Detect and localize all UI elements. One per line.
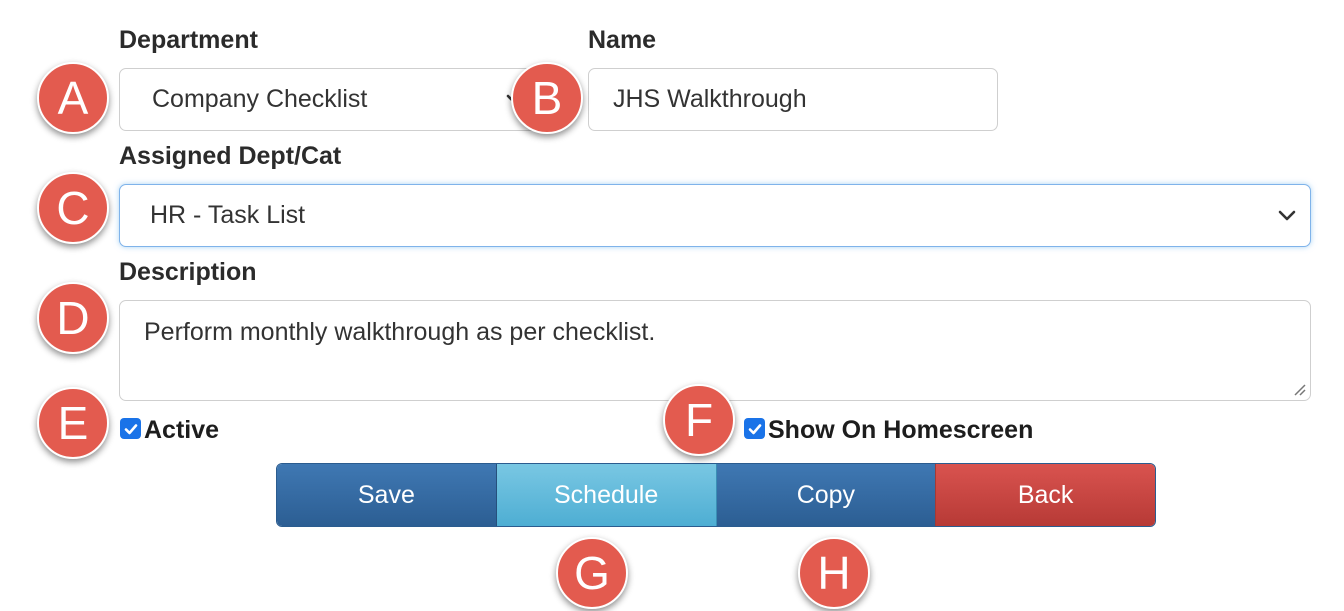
copy-button[interactable]: Copy <box>716 464 937 526</box>
description-label: Description <box>119 258 257 286</box>
save-button[interactable]: Save <box>277 464 497 526</box>
marker-d: D <box>37 282 109 354</box>
show-on-homescreen-label[interactable]: Show On Homescreen <box>768 416 1033 445</box>
checkmark-icon <box>124 423 137 434</box>
name-label: Name <box>588 26 657 54</box>
checkmark-icon <box>748 423 761 434</box>
assigned-dept-label: Assigned Dept/Cat <box>119 142 342 170</box>
active-label[interactable]: Active <box>144 416 219 445</box>
description-text: Perform monthly walkthrough as per check… <box>144 318 656 346</box>
resize-handle-icon[interactable] <box>1292 382 1306 396</box>
department-select[interactable]: Company Checklist <box>119 68 539 131</box>
marker-h: H <box>798 537 870 609</box>
marker-b: B <box>511 62 583 134</box>
marker-f: F <box>663 384 735 456</box>
department-label: Department <box>119 26 258 54</box>
action-button-group: Save Schedule Copy Back <box>276 463 1156 527</box>
marker-g: G <box>556 537 628 609</box>
description-textarea[interactable]: Perform monthly walkthrough as per check… <box>119 300 1311 401</box>
assigned-dept-select[interactable]: HR - Task List <box>119 184 1311 247</box>
chevron-down-icon <box>1278 210 1296 220</box>
back-button[interactable]: Back <box>936 464 1155 526</box>
assigned-dept-select-value: HR - Task List <box>150 201 306 229</box>
department-select-value: Company Checklist <box>152 85 368 113</box>
marker-c: C <box>37 172 109 244</box>
name-input-value: JHS Walkthrough <box>613 85 807 113</box>
schedule-button[interactable]: Schedule <box>496 464 717 526</box>
marker-a: A <box>37 62 109 134</box>
marker-e: E <box>37 387 109 459</box>
name-input[interactable]: JHS Walkthrough <box>588 68 998 131</box>
show-on-homescreen-checkbox[interactable] <box>744 418 765 439</box>
active-checkbox[interactable] <box>120 418 141 439</box>
